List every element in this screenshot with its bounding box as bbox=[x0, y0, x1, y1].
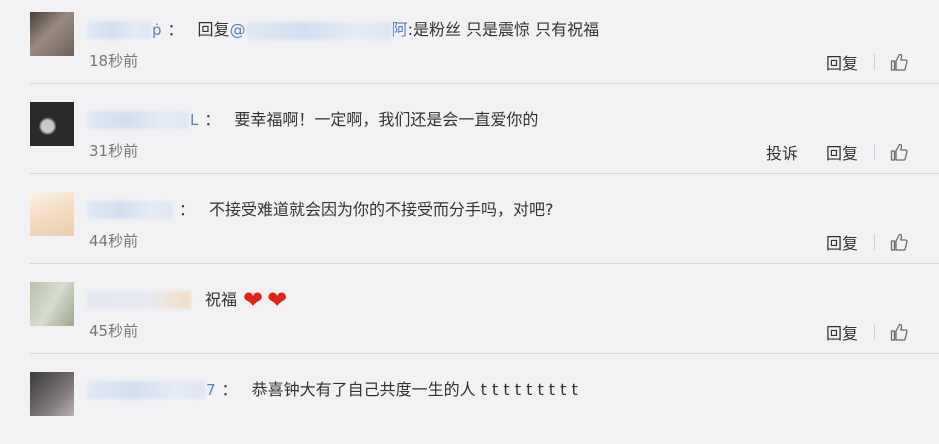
reply-button[interactable]: 回复 bbox=[826, 320, 858, 344]
timestamp: 44秒前 bbox=[89, 232, 139, 250]
comment-line: ṗ ： 回复 @ 阿 :是粉丝 只是震惊 只有祝福 bbox=[87, 18, 599, 42]
separator: ： bbox=[204, 110, 221, 129]
separator: ： bbox=[179, 200, 196, 219]
comment-text: 不接受难道就会因为你的不接受而分手吗，对吧? bbox=[209, 200, 554, 219]
username-tail[interactable]: ṗ bbox=[152, 18, 162, 42]
mention-redacted bbox=[245, 21, 392, 40]
mention-tail: 阿 bbox=[391, 20, 408, 39]
avatar[interactable] bbox=[30, 372, 74, 416]
comment-item: ： 不接受难道就会因为你的不接受而分手吗，对吧? 44秒前 回复 bbox=[0, 174, 939, 264]
timestamp: 18秒前 bbox=[89, 52, 139, 70]
reply-label: 回复 bbox=[197, 20, 230, 39]
reply-button[interactable]: 回复 bbox=[826, 230, 858, 254]
comment-actions: 回复 bbox=[826, 230, 909, 254]
avatar[interactable] bbox=[30, 102, 74, 146]
comment-item: L ： 要幸福啊！一定啊，我们还是会一直爱你的 31秒前 投诉 回复 bbox=[0, 84, 939, 174]
comment-text: :是粉丝 只是震惊 只有祝福 bbox=[407, 20, 600, 39]
reply-button[interactable]: 回复 bbox=[826, 140, 858, 164]
username-redacted[interactable] bbox=[87, 21, 151, 39]
thumbs-up-icon[interactable] bbox=[889, 232, 909, 252]
username-tail[interactable]: 7 bbox=[206, 378, 216, 402]
thumbs-up-icon[interactable] bbox=[889, 142, 909, 162]
action-divider bbox=[874, 54, 875, 70]
action-divider bbox=[874, 144, 875, 160]
comment-line: 祝福 ❤ ❤ bbox=[87, 288, 287, 312]
timestamp: 31秒前 bbox=[89, 142, 139, 160]
comment-line: 7 ： 恭喜钟大有了自己共度一生的人 t t t t t t t t t bbox=[87, 378, 578, 402]
avatar[interactable] bbox=[30, 192, 74, 236]
heart-emoji: ❤ bbox=[243, 286, 264, 314]
comment-text: 恭喜钟大有了自己共度一生的人 t t t t t t t t t bbox=[251, 380, 578, 399]
timestamp: 45秒前 bbox=[89, 322, 139, 340]
avatar[interactable] bbox=[30, 282, 74, 326]
comment-actions: 回复 bbox=[826, 50, 909, 74]
report-button[interactable]: 投诉 bbox=[766, 140, 798, 164]
action-divider bbox=[874, 324, 875, 340]
reply-button[interactable]: 回复 bbox=[826, 50, 858, 74]
comment-text: 要幸福啊！一定啊，我们还是会一直爱你的 bbox=[234, 110, 539, 129]
comment-line: ： 不接受难道就会因为你的不接受而分手吗，对吧? bbox=[87, 198, 554, 222]
comment-item: 祝福 ❤ ❤ 45秒前 回复 bbox=[0, 264, 939, 354]
username-tail[interactable]: L bbox=[190, 108, 198, 132]
separator: ： bbox=[167, 20, 184, 39]
separator: ： bbox=[221, 380, 238, 399]
heart-emoji: ❤ bbox=[267, 286, 288, 314]
comment-line: L ： 要幸福啊！一定啊，我们还是会一直爱你的 bbox=[87, 108, 538, 132]
comment-text: 祝福 bbox=[205, 290, 238, 309]
thumbs-up-icon[interactable] bbox=[889, 52, 909, 72]
username-redacted[interactable] bbox=[87, 111, 189, 129]
comment-actions: 投诉 回复 bbox=[766, 140, 909, 164]
avatar[interactable] bbox=[30, 12, 74, 56]
mention-prefix: @ bbox=[229, 20, 246, 39]
comment-actions: 回复 bbox=[826, 320, 909, 344]
comment-list: ṗ ： 回复 @ 阿 :是粉丝 只是震惊 只有祝福 18秒前 回复 L ： 要幸福… bbox=[0, 0, 939, 421]
comment-item: ṗ ： 回复 @ 阿 :是粉丝 只是震惊 只有祝福 18秒前 回复 bbox=[0, 0, 939, 84]
action-divider bbox=[874, 234, 875, 250]
username-redacted[interactable] bbox=[87, 381, 205, 399]
thumbs-up-icon[interactable] bbox=[889, 322, 909, 342]
username-redacted[interactable] bbox=[87, 291, 191, 309]
mention-link[interactable]: @ 阿 bbox=[230, 18, 408, 42]
comment-item: 7 ： 恭喜钟大有了自己共度一生的人 t t t t t t t t t bbox=[0, 354, 939, 444]
username-redacted[interactable] bbox=[87, 201, 173, 219]
